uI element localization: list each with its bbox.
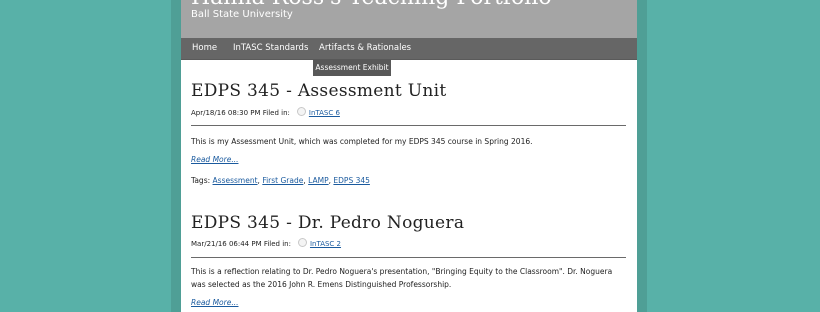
category-link[interactable]: InTASC 2 — [310, 240, 341, 248]
nav-dropdown-assessment-exhibit[interactable]: Assessment Exhibit — [313, 59, 391, 76]
tag-link[interactable]: LAMP — [308, 176, 328, 185]
nav-intasc-standards[interactable]: InTASC Standards — [233, 38, 308, 59]
post-date: Mar/21/16 06:44 PM Filed in: — [191, 240, 291, 248]
tags-label: Tags: — [191, 176, 211, 185]
nav-artifacts-rationales[interactable]: Artifacts & Rationales — [319, 38, 411, 59]
tag-link[interactable]: EDPS 345 — [333, 176, 370, 185]
read-more-link[interactable]: Read More... — [191, 155, 238, 164]
post-title[interactable]: EDPS 345 - Assessment Unit — [191, 81, 446, 101]
category-icon — [297, 238, 307, 247]
tag-link[interactable]: First Grade — [262, 176, 303, 185]
post-meta: Apr/18/16 08:30 PM Filed in: InTASC 6 — [191, 107, 340, 117]
read-more-link[interactable]: Read More... — [191, 298, 238, 307]
post-tags: Tags: Assessment, First Grade, LAMP, EDP… — [191, 176, 370, 185]
post-body: This is my Assessment Unit, which was co… — [191, 137, 533, 146]
tag-link[interactable]: Assessment — [213, 176, 258, 185]
divider — [191, 125, 626, 126]
category-link[interactable]: InTASC 6 — [309, 109, 340, 117]
site-header: Hanna Ross's Teaching Portfolio Ball Sta… — [181, 0, 637, 38]
post-body: This is a reflection relating to Dr. Ped… — [191, 267, 613, 289]
main-nav: Home InTASC Standards Artifacts & Ration… — [181, 38, 637, 60]
nav-home[interactable]: Home — [192, 38, 217, 59]
main-content: EDPS 345 - Assessment Unit Apr/18/16 08:… — [181, 60, 637, 312]
category-icon — [296, 107, 306, 116]
post-title[interactable]: EDPS 345 - Dr. Pedro Noguera — [191, 213, 464, 233]
post-meta: Mar/21/16 06:44 PM Filed in: InTASC 2 — [191, 238, 341, 248]
divider — [191, 257, 626, 258]
site-subtitle: Ball State University — [191, 9, 293, 20]
post-date: Apr/18/16 08:30 PM Filed in: — [191, 109, 290, 117]
